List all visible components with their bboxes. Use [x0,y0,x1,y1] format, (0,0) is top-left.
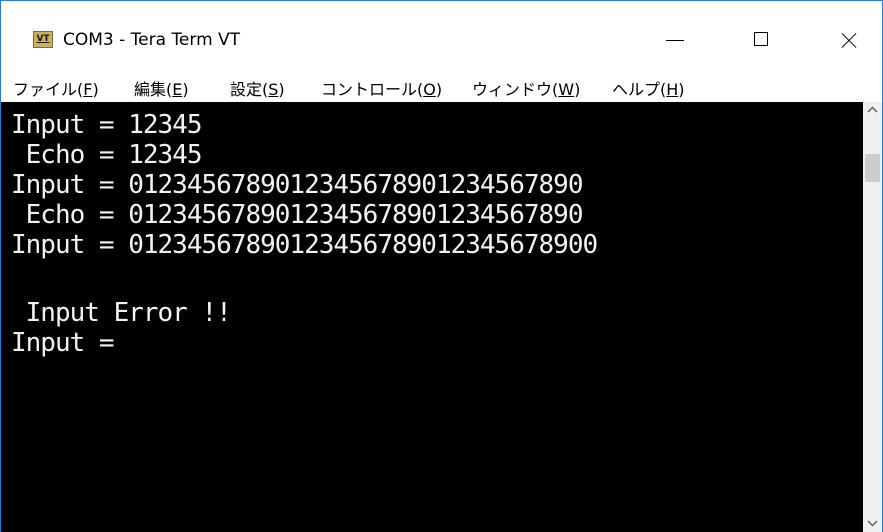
menu-edit-label: 編集( [134,80,173,99]
menu-help-label: ヘルプ( [612,80,667,99]
window-title: COM3 - Tera Term VT [63,30,241,50]
close-button[interactable] [829,25,869,55]
menu-setup[interactable]: 設定(S) [230,76,285,100]
terminal-screen[interactable]: Input = 12345 Echo = 12345 Input = 01234… [1,102,863,532]
menu-window-label: ウィンドウ( [472,80,559,99]
title-bar[interactable]: VT COM3 - Tera Term VT [1,1,882,67]
menu-help-suffix: ) [678,80,685,99]
scroll-up-button[interactable] [863,102,882,119]
menu-help-mnemonic: H [666,80,679,99]
terminal-line: Input Error !! [11,298,232,328]
menu-help[interactable]: ヘルプ(H) [612,76,685,100]
minimize-icon [666,40,684,41]
scroll-up-arrow-icon [867,106,878,113]
terminal-line: Input = 12345 [11,110,202,140]
terminal-line: Echo = 0123456789012345678901234567890 [11,200,584,230]
terminal-line: Echo = 12345 [11,140,203,170]
menu-file-label: ファイル( [13,80,84,99]
menu-window-suffix: ) [574,80,581,99]
scroll-down-arrow-icon [867,520,878,527]
menu-control-suffix: ) [435,80,443,99]
menu-control[interactable]: コントロール(O) [321,76,442,100]
terminal-line: Input = 01234567890123456789012345678900 [11,230,598,260]
menu-edit[interactable]: 編集(E) [134,76,189,100]
menu-edit-suffix: ) [182,80,189,99]
menu-control-label: コントロール( [321,80,424,99]
menu-file-suffix: ) [92,80,99,99]
menu-edit-mnemonic: E [172,80,183,99]
tera-term-window: VT COM3 - Tera Term VT ファイル(F) 編集(E) 設定(… [0,0,883,532]
menu-file[interactable]: ファイル(F) [13,76,99,100]
menu-bar: ファイル(F) 編集(E) 設定(S) コントロール(O) ウィンドウ(W) ヘ… [1,67,882,101]
terminal-line: Input = 0123456789012345678901234567890 [11,170,583,200]
menu-window[interactable]: ウィンドウ(W) [472,76,580,100]
minimize-button[interactable] [656,25,696,55]
menu-setup-label: 設定( [230,80,269,99]
maximize-button[interactable] [742,25,782,55]
menu-control-mnemonic: O [423,80,436,99]
menu-window-mnemonic: W [558,80,575,99]
tera-term-vt-icon[interactable]: VT [33,31,53,48]
scroll-thumb[interactable] [865,154,880,182]
terminal-line: Input = [11,328,115,358]
vertical-scrollbar[interactable] [863,102,882,532]
maximize-icon [754,32,768,46]
scroll-down-button[interactable] [863,515,882,532]
menu-setup-mnemonic: S [268,80,279,99]
menu-setup-suffix: ) [278,80,285,99]
